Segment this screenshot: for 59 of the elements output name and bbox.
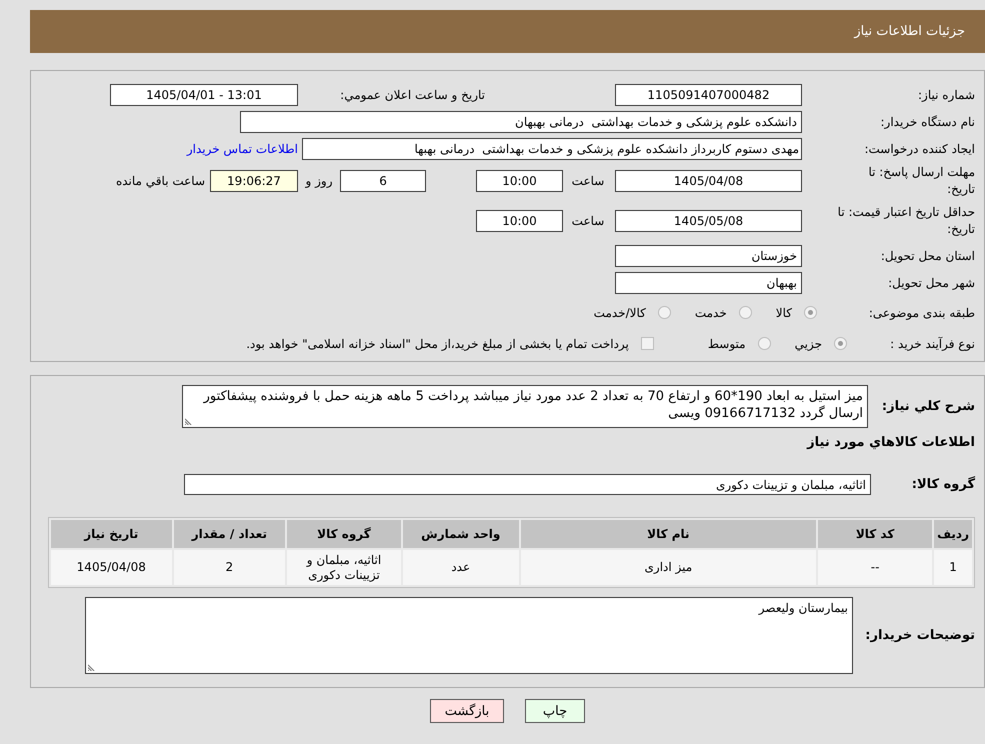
text-field[interactable]: دانشکده علوم پزشکی و خدمات بهداشتی درمانی بهبهان xyxy=(240,110,802,132)
text-field[interactable]: 19:06:27 xyxy=(210,170,298,192)
field-label: نام دستگاه خریدار: xyxy=(880,114,975,128)
contact-link[interactable]: اطلاعات تماس خریدار xyxy=(186,142,298,156)
field-label: استان محل تحویل: xyxy=(880,248,975,262)
text-field[interactable]: 1405/04/08 xyxy=(615,170,802,192)
resize-grip-icon[interactable] xyxy=(185,418,192,425)
column-header: تاریخ نیاز xyxy=(51,520,172,548)
description-field[interactable]: میز استیل به ابعاد 190*60 و ارتفاع 70 به تعداد 2 عدد مورد نیاز میباشد پرداخت 5 ماهه هزینه حمل با فروشنده پیشفاکتور ارسال گردد 09166717132 ویسی xyxy=(182,385,868,428)
column-header: نام کالا xyxy=(520,520,816,548)
field-label: ساعت xyxy=(570,174,606,188)
print-button[interactable]: چاپ xyxy=(525,699,585,723)
column-header: کد کالا xyxy=(818,520,932,548)
table-cell: -- xyxy=(818,550,932,585)
field-label: شرح کلي نياز: xyxy=(880,399,975,414)
option-label: خدمت xyxy=(694,306,727,320)
field-label: مهلت ارسال پاسخ: تا تاریخ: xyxy=(867,164,975,198)
text-field[interactable]: 13:01 - 1405/04/01 xyxy=(110,84,298,106)
page-title: جزئیات اطلاعات نیاز xyxy=(854,24,965,39)
table-cell: اثاثیه، مبلمان و تزیینات دکوری xyxy=(287,550,401,585)
column-header: ردیف xyxy=(934,520,972,548)
notes-field[interactable]: بیمارستان ولیعصر xyxy=(85,597,853,674)
option-label: متوسط xyxy=(708,336,746,350)
column-header: تعداد / مقدار xyxy=(174,520,286,548)
text-field[interactable]: خوزستان xyxy=(615,244,802,266)
text-field[interactable]: 10:00 xyxy=(476,170,563,192)
field-label: ساعت xyxy=(570,214,606,228)
text-field[interactable]: اثاثیه، مبلمان و تزیینات دکوری xyxy=(184,474,871,495)
option-label: کالا/خدمت xyxy=(594,306,646,320)
field-label: شهر محل تحویل: xyxy=(887,276,975,290)
table-cell: میز اداری xyxy=(520,550,816,585)
table-cell: 1405/04/08 xyxy=(51,550,172,585)
text-field[interactable]: مهدی دستوم کاربرداز دانشکده علوم پزشکی و خدمات بهداشتی درمانی بهبها xyxy=(302,138,802,160)
resize-grip-icon[interactable] xyxy=(88,664,95,671)
option-label: کالا xyxy=(776,306,792,320)
text-field[interactable]: 1405/05/08 xyxy=(615,210,802,232)
table-cell: عدد xyxy=(402,550,519,585)
field-label: نوع فرآیند خرید : xyxy=(889,336,975,350)
field-label: ایجاد کننده درخواست: xyxy=(863,142,975,156)
section-heading: اطلاعات کالاهاي مورد نياز xyxy=(806,434,975,452)
column-header: واحد شمارش xyxy=(402,520,519,548)
back-button[interactable]: بازگشت xyxy=(430,699,504,723)
field-label: تاريخ و ساعت اعلان عمومي: xyxy=(339,88,485,102)
field-label: توضیحات خریدار: xyxy=(864,628,975,643)
text-field[interactable]: 6 xyxy=(340,170,426,192)
table-cell: 2 xyxy=(174,550,286,585)
option-label: جزيي xyxy=(794,336,822,350)
field-label: گروه کالا: xyxy=(910,477,975,492)
field-label: ساعت باقي مانده xyxy=(116,174,205,188)
text-field[interactable]: 10:00 xyxy=(476,210,563,232)
option-label: پرداخت تمام یا بخشی از مبلغ خرید،از محل "اسناد خزانه اسلامی" خواهد بود. xyxy=(246,336,629,350)
table-cell: 1 xyxy=(934,550,972,585)
field-label: روز و xyxy=(304,174,334,188)
text-field[interactable]: بهبهان xyxy=(615,272,802,294)
text-field[interactable]: 1105091407000482 xyxy=(615,84,802,106)
column-header: گروه کالا xyxy=(287,520,401,548)
field-label: شماره نیاز: xyxy=(917,88,975,102)
field-label: طبقه بندی موضوعی: xyxy=(868,306,975,320)
field-label: حداقل تاریخ اعتبار قیمت: تا تاریخ: xyxy=(836,204,975,238)
